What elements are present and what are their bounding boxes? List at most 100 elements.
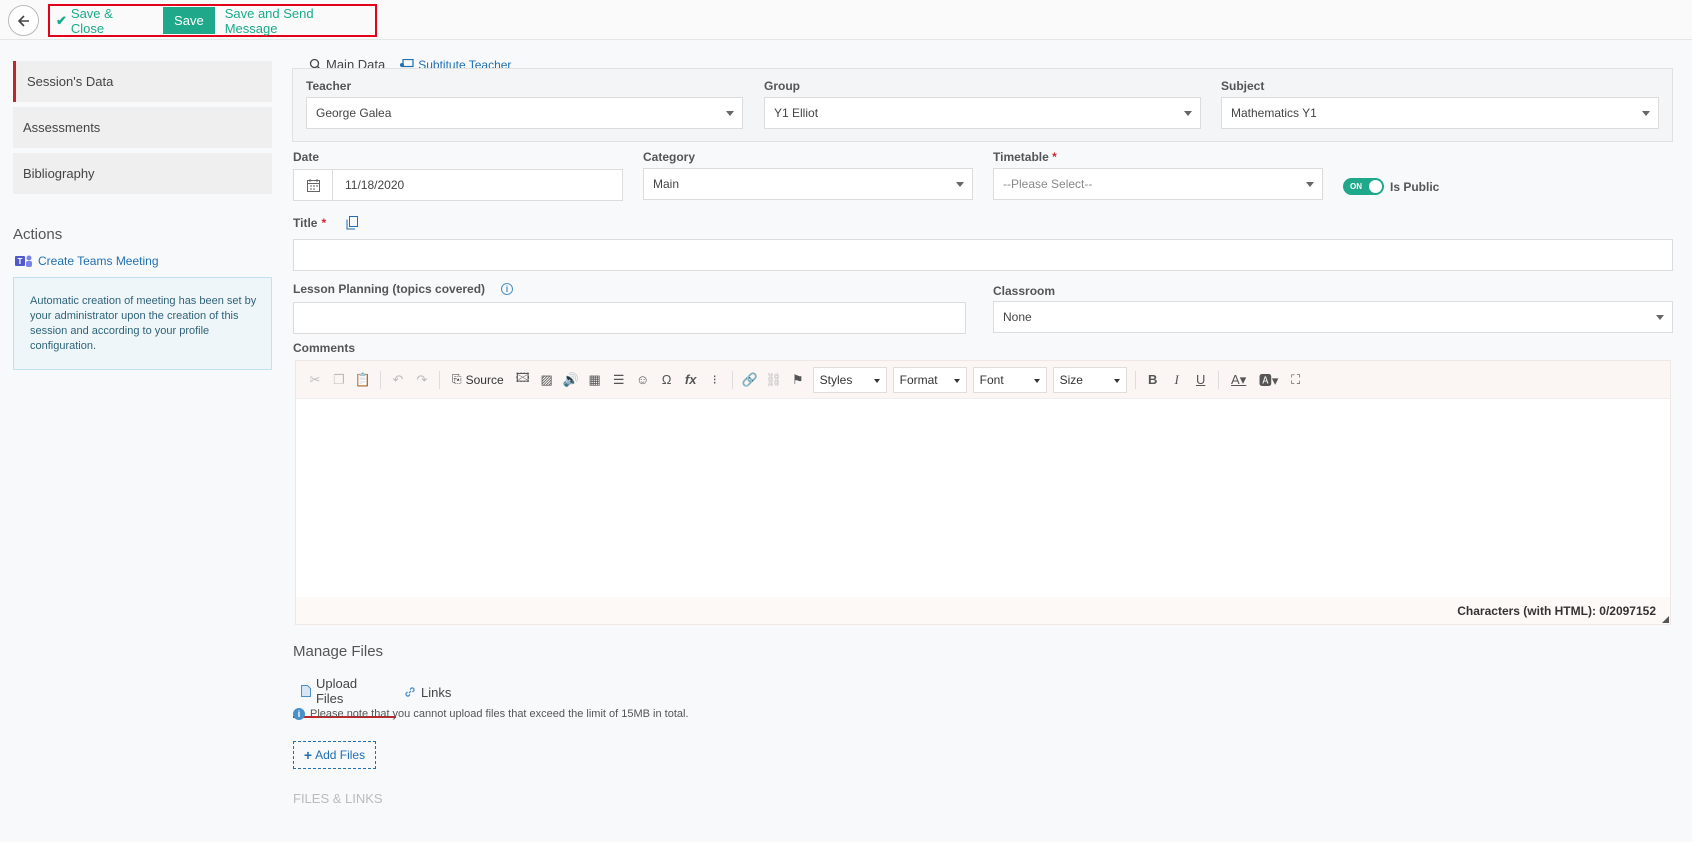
chevron-down-icon (1642, 111, 1650, 116)
title-input[interactable] (293, 239, 1673, 271)
link-icon (405, 687, 415, 697)
toolbar-separator (1134, 370, 1136, 389)
group-value: Y1 Elliot (774, 106, 819, 120)
required-marker: * (1052, 150, 1057, 164)
chevron-down-icon (1033, 378, 1040, 383)
chevron-down-icon (956, 182, 964, 187)
copy-icon[interactable] (346, 216, 359, 230)
links-label: Links (421, 684, 452, 700)
upload-files-label: Upload Files (315, 676, 358, 706)
timetable-label: Timetable * (993, 150, 1057, 164)
sidebar-item-bibliography[interactable]: Bibliography (13, 153, 272, 194)
save-send-message-button[interactable]: Save and Send Message (219, 6, 375, 36)
font-dropdown[interactable]: Font (972, 366, 1047, 393)
create-teams-meeting-link[interactable]: T Create Teams Meeting (15, 254, 159, 268)
chevron-down-icon (726, 111, 734, 116)
audio-icon[interactable]: 🔊 (562, 371, 580, 389)
chevron-down-icon (1184, 111, 1192, 116)
save-actions-group: ✔ Save & Close Save Save and Send Messag… (48, 4, 377, 37)
image-icon[interactable]: 🖾 (514, 370, 532, 389)
toggle-knob (1369, 180, 1382, 193)
special-char-icon[interactable]: Ω (658, 371, 676, 389)
styles-label: Styles (819, 372, 853, 387)
resize-handle-icon[interactable] (1662, 616, 1669, 623)
anchor-flag-icon[interactable]: ⚑ (789, 371, 807, 389)
svg-text:T: T (18, 257, 23, 266)
category-value: Main (653, 177, 680, 191)
date-label: Date (293, 150, 320, 164)
cut-icon[interactable]: ✂ (306, 371, 324, 389)
image2-icon[interactable]: ▨ (538, 371, 556, 389)
copy-icon[interactable]: ❐ (330, 371, 348, 389)
formula-icon[interactable]: fx (682, 371, 700, 389)
timetable-placeholder: --Please Select-- (1003, 177, 1093, 191)
comments-editor: ✂ ❐ 📋 ↶ ↷ ⎘ Source 🖾 ▨ 🔊 ▦ ☰ ☺ Ω fx ⁝ 🔗 … (295, 360, 1671, 625)
character-count: Characters (with HTML): 0/2097152 (296, 597, 1670, 624)
size-dropdown[interactable]: Size (1052, 366, 1127, 393)
save-close-button[interactable]: ✔ Save & Close (50, 5, 155, 36)
file-icon (301, 685, 311, 697)
horizontal-line-icon[interactable]: ☰ (610, 371, 628, 389)
lesson-planning-input[interactable] (293, 302, 966, 334)
check-icon: ✔ (56, 12, 67, 28)
sidebar-item-assessments[interactable]: Assessments (13, 107, 272, 148)
category-label: Category (643, 150, 696, 164)
category-select[interactable]: Main (643, 168, 973, 200)
date-field[interactable]: 11/18/2020 (293, 169, 623, 201)
chevron-down-icon (873, 378, 880, 383)
lesson-planning-label: Lesson Planning (topics covered) i (293, 282, 514, 296)
font-label: Font (979, 372, 1004, 387)
title-label-text: Title (293, 216, 318, 230)
maximize-icon[interactable]: ⛶ (1287, 371, 1305, 389)
sidebar-item-sessions-data[interactable]: Session's Data (13, 61, 272, 102)
bold-icon[interactable]: B (1144, 371, 1162, 389)
format-dropdown[interactable]: Format (892, 366, 967, 393)
undo-icon[interactable]: ↶ (389, 371, 407, 389)
table-icon[interactable]: ▦ (586, 371, 604, 389)
lesson-planning-label-text: Lesson Planning (topics covered) (293, 282, 486, 296)
link-icon[interactable]: 🔗 (741, 371, 759, 389)
chevron-down-icon (953, 378, 960, 383)
files-links-heading: FILES & LINKS (293, 791, 383, 806)
back-button[interactable] (8, 5, 39, 36)
teacher-label: Teacher (306, 79, 352, 93)
required-marker: * (321, 216, 327, 230)
paste-icon[interactable]: 📋 (354, 371, 372, 389)
add-files-label: Add Files (315, 748, 366, 762)
classroom-value: None (1003, 310, 1032, 324)
redo-icon[interactable]: ↷ (413, 371, 431, 389)
toolbar-separator (731, 370, 733, 389)
teacher-value: George Galea (316, 106, 392, 120)
chevron-down-icon (1113, 378, 1120, 383)
text-color-icon[interactable]: A▾ (1227, 371, 1251, 389)
italic-icon[interactable]: I (1168, 371, 1186, 389)
teams-icon: T (15, 255, 32, 267)
timetable-select[interactable]: --Please Select-- (993, 168, 1323, 200)
toolbar-separator (439, 370, 440, 389)
save-close-label: Save & Close (70, 5, 113, 36)
styles-dropdown[interactable]: Styles (812, 366, 887, 393)
editor-content-area[interactable] (296, 399, 1670, 599)
classroom-select[interactable]: None (993, 301, 1673, 333)
classroom-label: Classroom (993, 284, 1056, 298)
upload-limit-text: Please note that you cannot upload files… (310, 708, 689, 720)
source-button[interactable]: ⎘ Source (448, 372, 508, 387)
unlink-icon[interactable]: ⛓ (765, 371, 783, 389)
info-icon[interactable]: i (501, 283, 514, 295)
subject-label: Subject (1221, 79, 1265, 93)
background-color-icon[interactable]: 🅰▾ (1257, 371, 1281, 389)
is-public-toggle-group: ON Is Public (1343, 178, 1439, 195)
add-files-button[interactable]: + Add Files (293, 741, 376, 769)
save-button[interactable]: Save (163, 7, 215, 34)
subject-value: Mathematics Y1 (1231, 106, 1317, 120)
list-icon[interactable]: ⁝ (706, 371, 724, 389)
smiley-icon[interactable]: ☺ (634, 371, 652, 389)
is-public-toggle[interactable]: ON (1343, 178, 1384, 195)
underline-icon[interactable]: U (1192, 371, 1210, 389)
group-select[interactable]: Y1 Elliot (764, 97, 1201, 129)
teacher-select[interactable]: George Galea (306, 97, 743, 129)
subject-select[interactable]: Mathematics Y1 (1221, 97, 1659, 129)
toolbar-separator (1217, 370, 1219, 389)
format-label: Format (899, 372, 938, 387)
date-picker-button[interactable] (294, 170, 333, 200)
